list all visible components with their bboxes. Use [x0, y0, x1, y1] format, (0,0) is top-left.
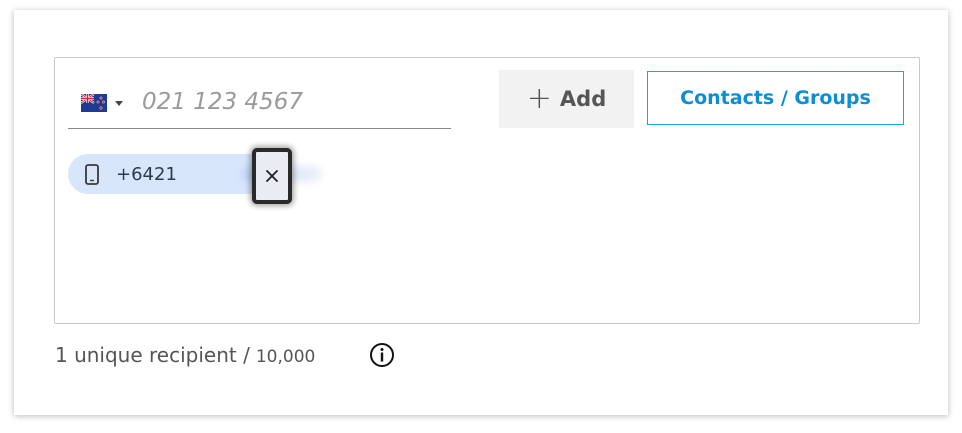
recipient-chip: +6421 — [68, 154, 321, 194]
phone-number-field — [68, 80, 451, 129]
add-button[interactable]: + Add — [499, 70, 634, 128]
add-button-label: Add — [559, 87, 607, 111]
recipient-number: +6421 — [116, 164, 177, 185]
close-icon — [266, 170, 278, 182]
phone-input[interactable] — [142, 84, 442, 120]
contacts-groups-label: Contacts / Groups — [680, 87, 871, 109]
info-icon[interactable] — [369, 342, 395, 368]
new-zealand-flag-icon — [81, 94, 107, 112]
chevron-down-icon — [115, 100, 123, 106]
recipient-count: 1 unique recipient / 10,000 — [55, 343, 315, 367]
recipient-count-text: 1 unique recipient / — [55, 343, 250, 367]
country-selector[interactable] — [81, 92, 129, 114]
mobile-phone-icon — [85, 164, 99, 185]
recipient-max: 10,000 — [255, 347, 316, 367]
remove-recipient-button[interactable] — [252, 148, 292, 204]
plus-icon: + — [526, 81, 552, 116]
contacts-groups-button[interactable]: Contacts / Groups — [647, 71, 904, 125]
